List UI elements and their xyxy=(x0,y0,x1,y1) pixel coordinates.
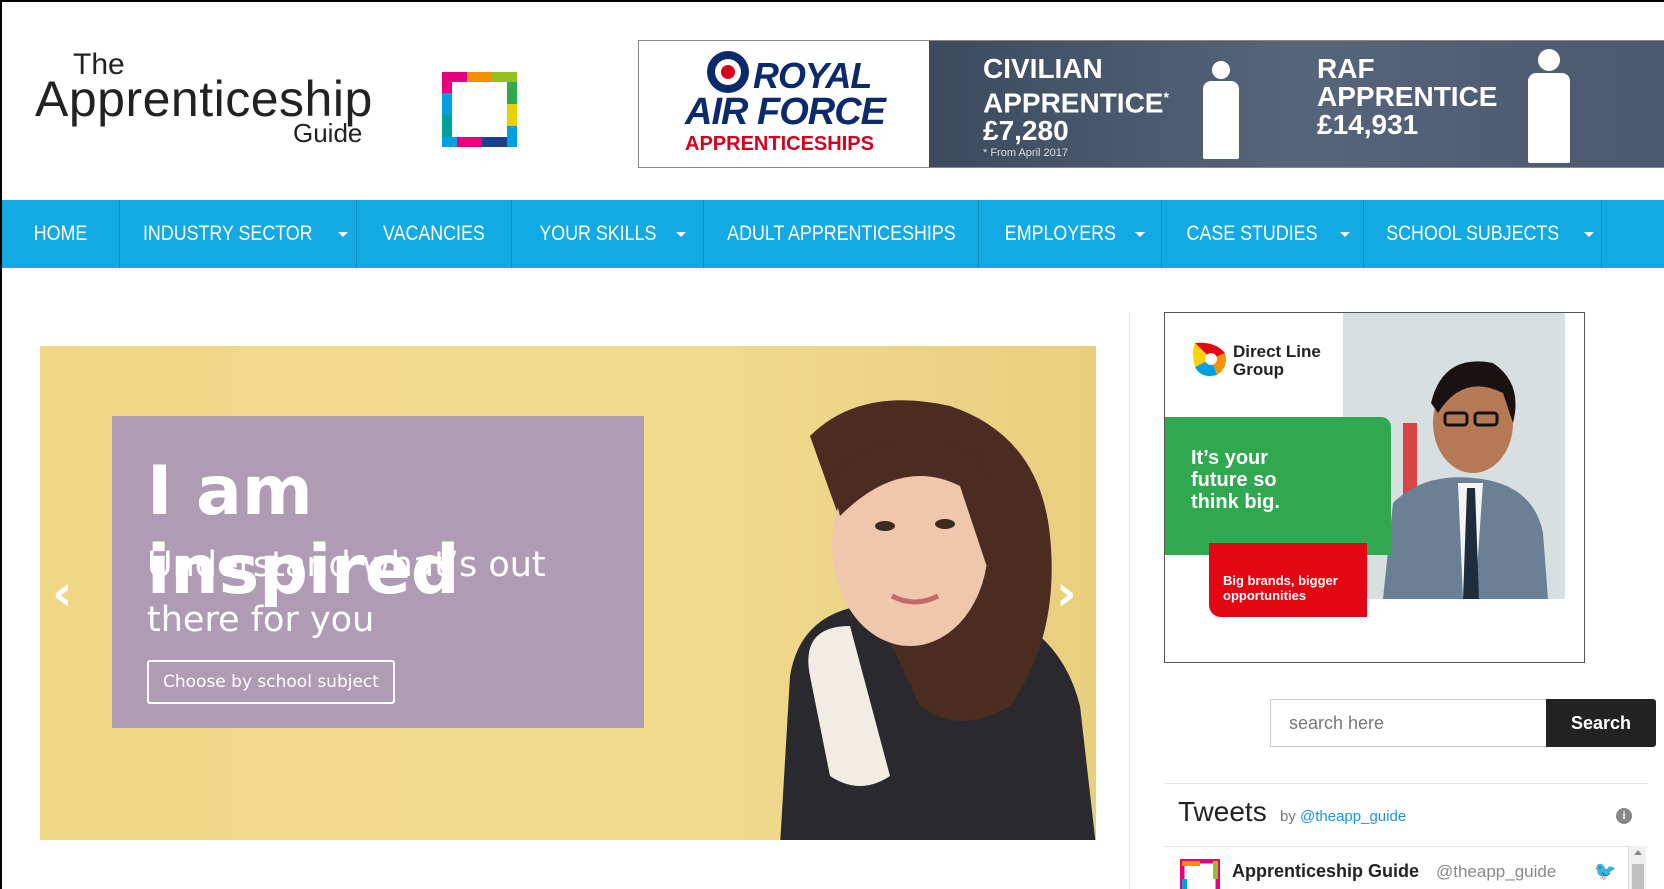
tweet-author-handle[interactable]: @theapp_guide xyxy=(1436,862,1556,882)
site-search: Search xyxy=(1270,699,1656,747)
raf-banner-ad[interactable]: ROYAL AIR FORCE APPRENTICESHIPS CIVILIAN… xyxy=(638,40,1664,168)
nav-item-industry-sector[interactable]: INDUSTRY SECTOR xyxy=(120,200,357,268)
raf-salary: £14,931 xyxy=(1317,109,1419,140)
nav-item-home[interactable]: HOME xyxy=(2,200,120,268)
direct-line-brand: Direct Line Group xyxy=(1233,342,1321,379)
raf-airforce-text: AIR FORCE xyxy=(685,91,886,133)
nav-item-employers[interactable]: EMPLOYERS xyxy=(979,200,1162,268)
civilian-line2: APPRENTICE* xyxy=(983,87,1169,119)
person-silhouette-icon xyxy=(1525,49,1573,165)
tweets-scrollbar[interactable] xyxy=(1628,846,1646,889)
site-logo[interactable]: The Apprenticeship Guide xyxy=(35,48,517,148)
nav-item-vacancies[interactable]: VACANCIES xyxy=(357,200,512,268)
caret-down-icon xyxy=(1135,231,1146,237)
raf-footnote: * From April 2017 xyxy=(983,147,1068,159)
hero-photo-woman xyxy=(780,400,1096,840)
caret-down-icon xyxy=(1584,231,1595,237)
caret-down-icon xyxy=(1339,231,1350,237)
civilian-apprentice-info: CIVILIAN APPRENTICE* £7,280 xyxy=(983,55,1169,145)
tweet-item[interactable]: Apprenticeship Guide @theapp_guide 🐦 xyxy=(1164,846,1648,889)
chevron-left-icon[interactable]: ‹ xyxy=(52,564,73,622)
nav-item-school-subjects[interactable]: SCHOOL SUBJECTS xyxy=(1364,200,1602,268)
nav-item-your-skills[interactable]: YOUR SKILLS xyxy=(512,200,704,268)
scrollbar-thumb[interactable] xyxy=(1632,864,1644,889)
nav-item-adult-apprenticeships[interactable]: ADULT APPRENTICESHIPS xyxy=(704,200,979,268)
scroll-up-icon[interactable] xyxy=(1634,850,1642,855)
raf-line2: APPRENTICE xyxy=(1317,81,1498,112)
main-navigation: HOME INDUSTRY SECTOR VACANCIES YOUR SKIL… xyxy=(2,200,1664,268)
search-button[interactable]: Search xyxy=(1546,699,1656,747)
direct-line-logo-icon xyxy=(1193,342,1226,376)
chevron-right-icon[interactable]: › xyxy=(1056,564,1077,622)
search-input[interactable] xyxy=(1270,699,1546,747)
hero-subtitle: Understand what’s out there for you xyxy=(147,545,546,640)
raf-salary-block: CIVILIAN APPRENTICE* £7,280 RAF APPRENTI… xyxy=(929,41,1664,167)
raf-apprenticeships-text: APPRENTICESHIPS xyxy=(685,133,874,155)
nav-item-case-studies[interactable]: CASE STUDIES xyxy=(1162,200,1364,268)
info-icon[interactable]: i xyxy=(1616,808,1632,824)
tweets-handle-link[interactable]: @theapp_guide xyxy=(1300,808,1406,825)
hero-caption-box: I am inspired Understand what’s out ther… xyxy=(112,416,644,728)
caret-down-icon xyxy=(337,231,348,237)
tweet-author-name[interactable]: Apprenticeship Guide xyxy=(1232,861,1419,882)
hero-slider[interactable]: I am inspired Understand what’s out ther… xyxy=(40,346,1096,840)
direct-line-ad[interactable]: Direct Line Group It’s your future so th… xyxy=(1164,312,1585,663)
person-silhouette-icon xyxy=(1201,61,1241,161)
sidebar-divider xyxy=(1129,312,1130,889)
raf-line1: RAF xyxy=(1317,53,1375,84)
raf-apprentice-info: RAF APPRENTICE £14,931 xyxy=(1317,55,1497,139)
avatar xyxy=(1180,859,1220,889)
ad-headline: It’s your future so think big. xyxy=(1191,447,1280,513)
choose-by-school-subject-button[interactable]: Choose by school subject xyxy=(147,660,395,704)
caret-down-icon xyxy=(676,231,687,237)
tweets-by-line: by @theapp_guide xyxy=(1280,808,1407,825)
tweets-widget: Tweets by @theapp_guide i Apprenticeship… xyxy=(1164,783,1648,889)
tweets-title: Tweets xyxy=(1178,796,1267,827)
twitter-bird-icon: 🐦 xyxy=(1594,861,1617,881)
logo-text-guide: Guide xyxy=(293,118,363,148)
raf-logo-block: ROYAL AIR FORCE APPRENTICESHIPS xyxy=(639,41,929,167)
ad-tagline: Big brands, bigger opportunities xyxy=(1223,573,1338,603)
civilian-line1: CIVILIAN xyxy=(983,53,1103,84)
apprenticeship-logo-mark xyxy=(442,72,517,147)
raf-roundel-icon xyxy=(707,51,749,93)
page-frame: The Apprenticeship Guide ROYAL AIR FORCE… xyxy=(0,0,1664,889)
civilian-salary: £7,280 xyxy=(983,115,1069,147)
